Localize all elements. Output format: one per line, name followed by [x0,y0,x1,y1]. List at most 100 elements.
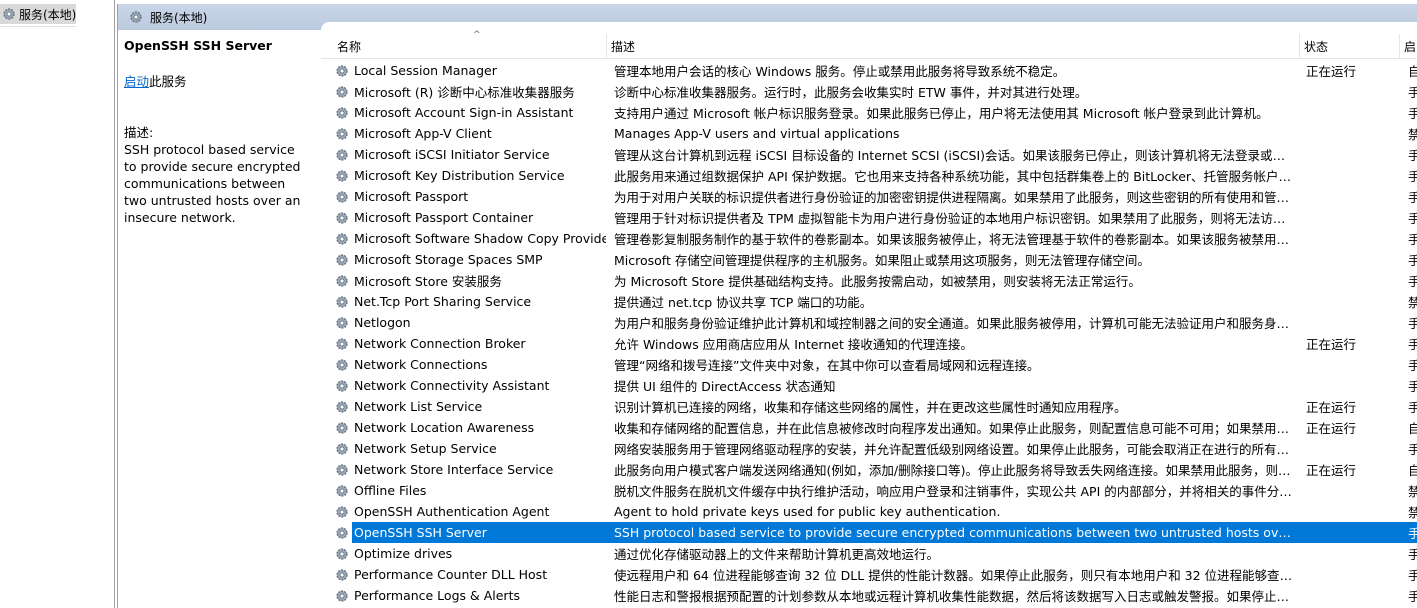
service-status [1306,270,1396,291]
service-description: 为 Microsoft Store 提供基础结构支持。此服务按需启动，如被禁用，… [614,274,1141,289]
column-header-status[interactable]: 状态 [1300,34,1400,58]
service-description: 性能日志和警报根据预配置的计划参数从本地或远程计算机收集性能数据，然后将该数据写… [614,589,1294,604]
service-row[interactable]: Microsoft iSCSI Initiator Service 管理从这台计算… [321,144,1417,165]
service-name: Performance Logs & Alerts [354,588,520,603]
service-row[interactable]: Network Store Interface Service 此服务向用户模式客… [321,459,1417,480]
service-gear-icon [333,417,351,438]
service-startup-type: 手 [1408,211,1417,226]
column-header-description[interactable]: 描述 [607,34,1300,58]
service-description: 管理用于针对标识提供者及 TPM 虚拟智能卡为用户进行身份验证的本地用户标识密钥… [614,211,1294,226]
service-gear-icon [333,480,351,501]
service-description: 管理“网络和拨号连接”文件夹中对象，在其中你可以查看局域网和远程连接。 [614,358,1040,373]
service-description: SSH protocol based service to provide se… [614,525,1294,540]
service-description: 此服务向用户模式客户端发送网络通知(例如，添加/删除接口等)。停止此服务将导致丢… [614,463,1294,478]
service-gear-icon [333,60,351,81]
service-row[interactable]: Microsoft Store 安装服务 为 Microsoft Store 提供… [321,270,1417,291]
service-startup-type: 手 [1408,379,1417,394]
service-row[interactable]: Net.Tcp Port Sharing Service 提供通过 net.tcp… [321,291,1417,312]
service-name: Network Store Interface Service [354,462,554,477]
service-gear-icon [333,438,351,459]
service-row[interactable]: Microsoft Storage Spaces SMP Microsoft 存储… [321,249,1417,270]
service-row[interactable]: Network Location Awareness 收集和存储网络的配置信息，并… [321,417,1417,438]
service-description: 提供通过 net.tcp 协议共享 TCP 端口的功能。 [614,295,873,310]
service-row[interactable]: OpenSSH SSH Server SSH protocol based ser… [321,522,1417,543]
service-status [1306,249,1396,270]
service-row[interactable]: Network Connectivity Assistant 提供 UI 组件的 … [321,375,1417,396]
service-description: 管理从这台计算机到远程 iSCSI 目标设备的 Internet SCSI (i… [614,148,1294,163]
service-row[interactable]: Optimize drives 通过优化存储驱动器上的文件来帮助计算机更高效地运行… [321,543,1417,564]
start-service-link[interactable]: 启动 [124,74,149,89]
service-status [1306,354,1396,375]
service-startup-type: 手 [1408,358,1417,373]
service-row[interactable]: OpenSSH Authentication Agent Agent to hol… [321,501,1417,522]
service-description: 诊断中心标准收集器服务。运行时，此服务会收集实时 ETW 事件，并对其进行处理。 [614,85,1088,100]
service-name: Local Session Manager [354,63,497,78]
column-header-startup-type[interactable]: 启 [1400,34,1417,58]
service-name: Microsoft App-V Client [354,126,492,141]
service-gear-icon [333,396,351,417]
service-status [1306,102,1396,123]
service-description: 管理本地用户会话的核心 Windows 服务。停止或禁用此服务将导致系统不稳定。 [614,64,1066,79]
service-row[interactable]: Offline Files 脱机文件服务在脱机文件缓存中执行维护活动，响应用户登录… [321,480,1417,501]
service-gear-icon [333,312,351,333]
service-startup-type: 手 [1408,106,1417,121]
service-status [1306,207,1396,228]
service-row[interactable]: Network Connection Broker 允许 Windows 应用商店… [321,333,1417,354]
service-row[interactable]: Microsoft Passport Container 管理用于针对标识提供者及… [321,207,1417,228]
service-startup-type: 手 [1408,85,1417,100]
service-row[interactable]: Performance Logs & Alerts 性能日志和警报根据预配置的计划… [321,585,1417,606]
service-description: 为用户和服务身份验证维护此计算机和域控制器之间的安全通道。如果此服务被停用，计算… [614,316,1294,331]
service-row[interactable]: Microsoft Passport 为用于对用户关联的标识提供者进行身份验证的加… [321,186,1417,207]
column-header-name[interactable]: 名称 ^ [333,30,607,58]
service-name: Performance Counter DLL Host [354,567,548,582]
service-name: Microsoft Store 安装服务 [354,274,502,289]
tree-divider [0,26,76,27]
service-row[interactable]: Network List Service 识别计算机已连接的网络，收集和存储这些网… [321,396,1417,417]
service-row[interactable]: Microsoft (R) 诊断中心标准收集器服务 诊断中心标准收集器服务。运行时… [321,81,1417,102]
service-description: 管理卷影复制服务制作的基于软件的卷影副本。如果该服务被停止，将无法管理基于软件的… [614,232,1294,247]
service-description: Agent to hold private keys used for publ… [614,504,1001,519]
service-gear-icon [333,249,351,270]
service-row[interactable]: Microsoft App-V Client Manages App-V user… [321,123,1417,144]
service-name: Net.Tcp Port Sharing Service [354,294,532,309]
service-row[interactable]: Microsoft Software Shadow Copy Provider 管… [321,228,1417,249]
service-description: 提供 UI 组件的 DirectAccess 状态通知 [614,379,836,394]
service-description: 为用于对用户关联的标识提供者进行身份验证的加密密钥提供进程隔离。如果禁用了此服务… [614,190,1294,205]
service-description: 通过优化存储驱动器上的文件来帮助计算机更高效地运行。 [614,547,940,562]
service-gear-icon [333,102,351,123]
service-status [1306,438,1396,459]
service-startup-type: 手 [1408,190,1417,205]
service-name: Network Setup Service [354,441,497,456]
service-name: OpenSSH SSH Server [354,525,487,540]
tree-item-local-services[interactable]: 服务(本地) [0,4,76,24]
service-gear-icon [333,585,351,606]
service-startup-type: 手 [1408,316,1417,331]
service-startup-type: 自 [1408,64,1417,79]
service-row[interactable]: Network Setup Service 网络安装服务用于管理网络驱动程序的安装… [321,438,1417,459]
service-row[interactable]: Microsoft Key Distribution Service 此服务用来通… [321,165,1417,186]
service-startup-type: 自 [1408,421,1417,436]
service-status [1306,165,1396,186]
service-row[interactable]: Local Session Manager 管理本地用户会话的核心 Windows… [321,60,1417,81]
service-name: OpenSSH Authentication Agent [354,504,550,519]
service-gear-icon [333,291,351,312]
tree-pane: 服务(本地) [0,0,115,608]
service-status [1306,123,1396,144]
service-row[interactable]: Microsoft Account Sign-in Assistant 支持用户通… [321,102,1417,123]
service-status [1306,480,1396,501]
services-gear-icon [1,6,17,22]
service-gear-icon [333,501,351,522]
service-row[interactable]: Performance Counter DLL Host 使远程用户和 64 位进… [321,564,1417,585]
service-gear-icon [333,354,351,375]
service-name: Network List Service [354,399,483,414]
service-row[interactable]: Network Connections 管理“网络和拨号连接”文件夹中对象，在其中… [321,354,1417,375]
service-status: 正在运行 [1306,64,1357,79]
service-status: 正在运行 [1306,337,1357,352]
service-status [1306,375,1396,396]
description-text: SSH protocol based service to provide se… [124,142,301,225]
service-row[interactable]: Netlogon 为用户和服务身份验证维护此计算机和域控制器之间的安全通道。如果此… [321,312,1417,333]
service-startup-type: 手 [1408,400,1417,415]
service-description: Manages App-V users and virtual applicat… [614,126,900,141]
service-startup-type: 禁 [1408,484,1417,499]
service-gear-icon [333,564,351,585]
